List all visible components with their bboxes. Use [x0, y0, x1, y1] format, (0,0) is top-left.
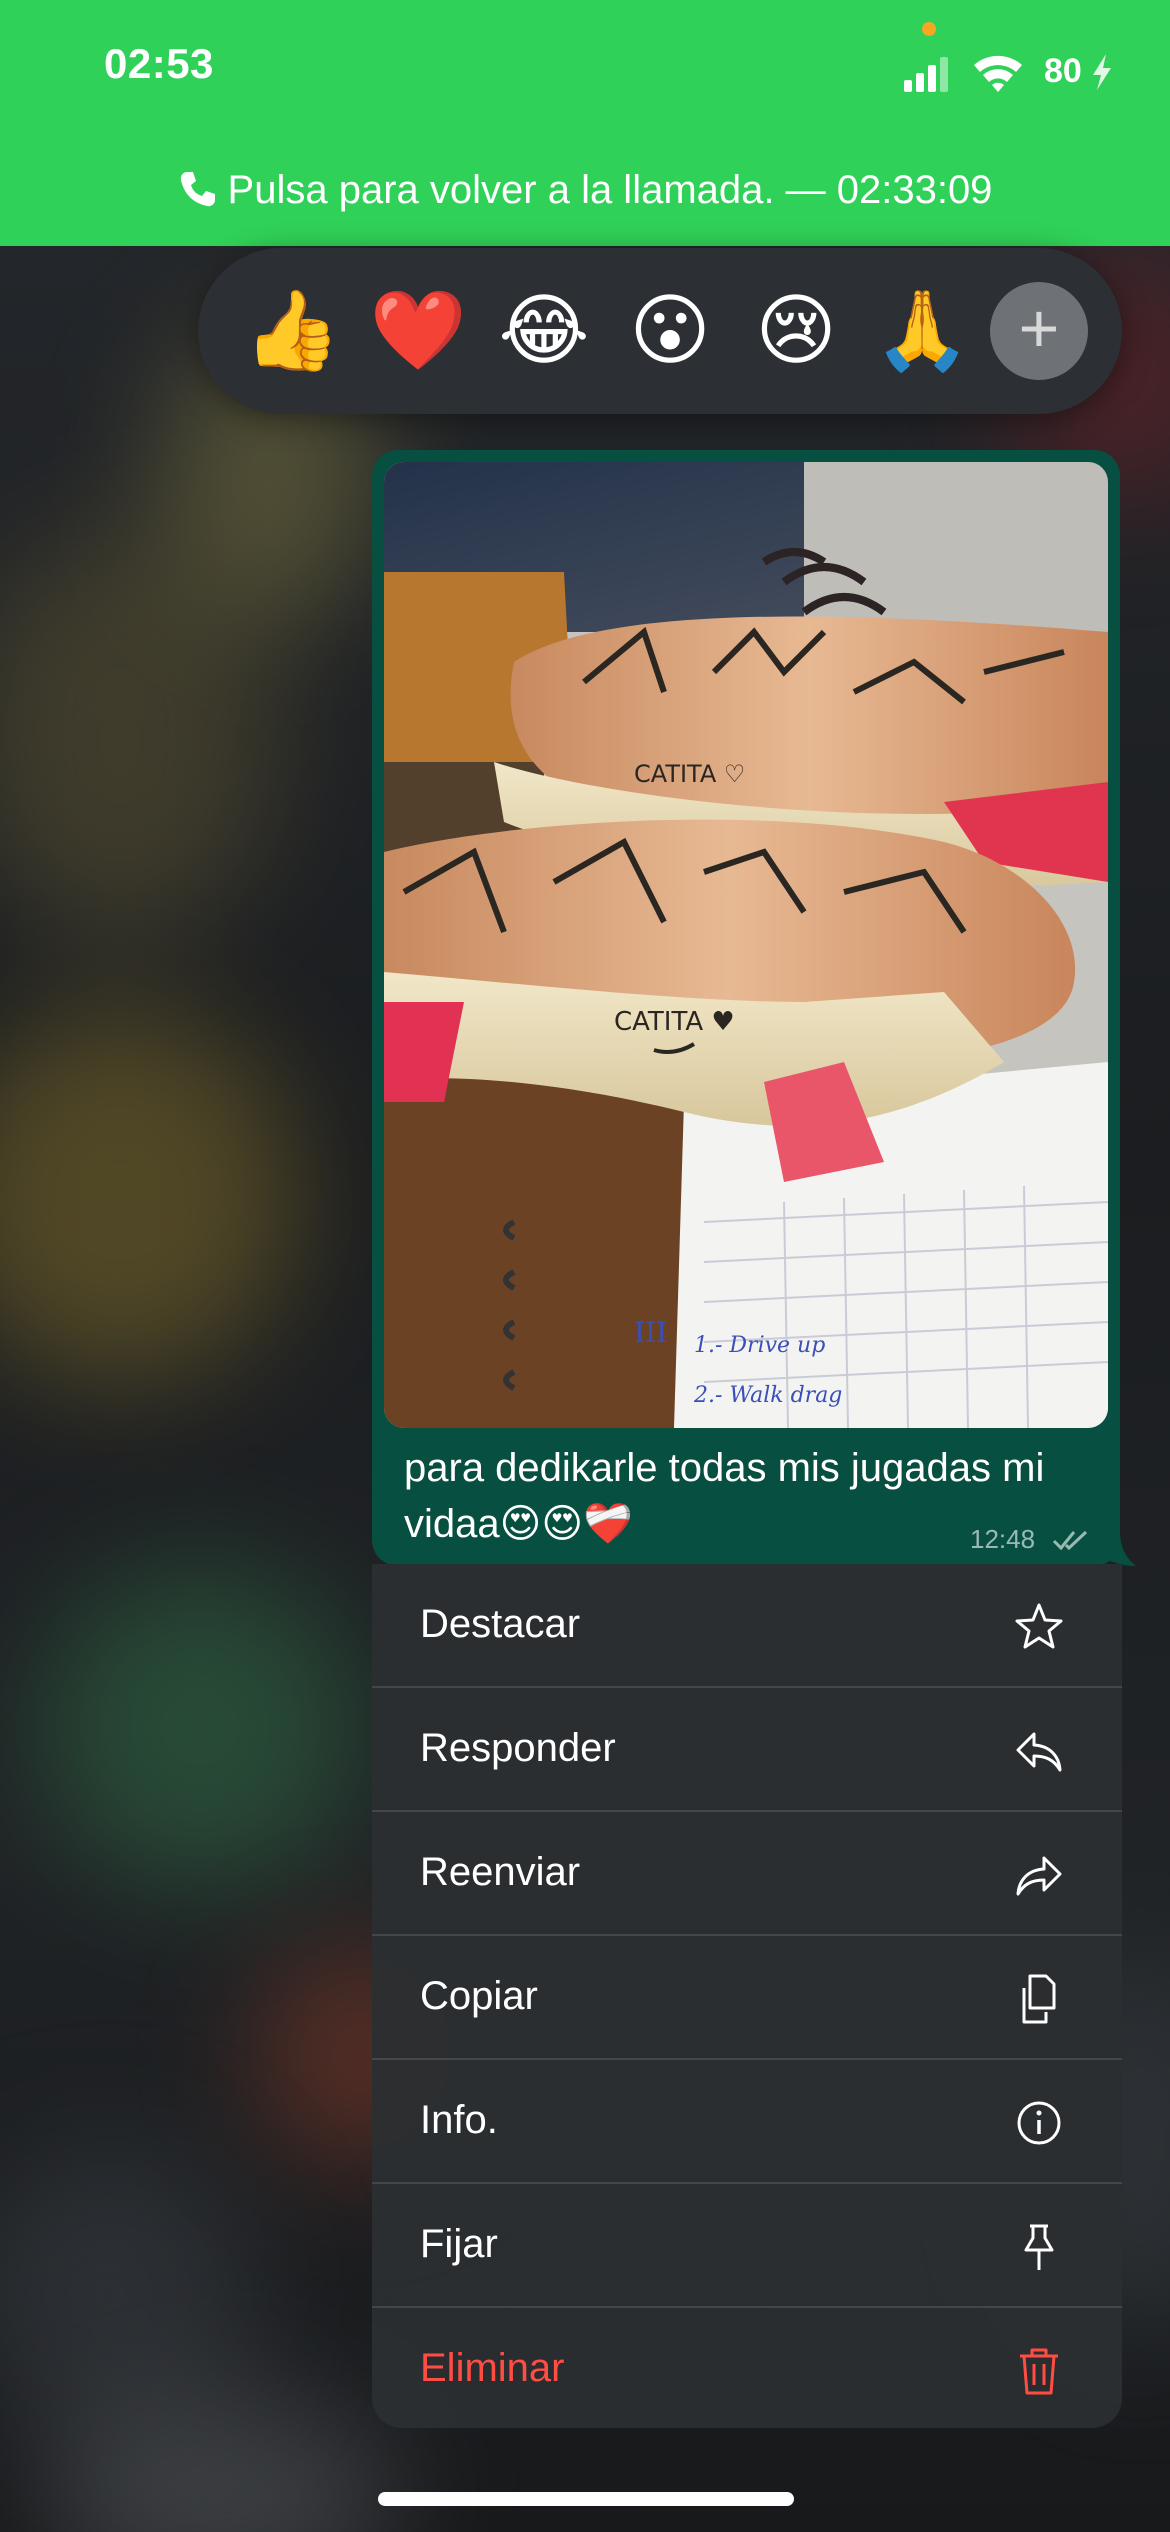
pin-icon — [1024, 2224, 1054, 2270]
copy-icon — [1022, 1974, 1056, 2024]
menu-item-label: Info. — [420, 2098, 498, 2142]
reaction-crying[interactable]: 😢 — [746, 280, 846, 380]
battery-level: 80 — [1044, 52, 1082, 90]
menu-item-label: Responder — [420, 1726, 616, 1770]
reaction-thumbs-up[interactable]: 👍 — [242, 280, 342, 380]
info-icon — [1017, 2101, 1061, 2145]
message-bubble[interactable]: III 1.- Drive up 2.- Walk drag CATITA ♡ — [372, 450, 1120, 1566]
wifi-icon — [974, 55, 1022, 92]
microphone-in-use-indicator — [922, 22, 936, 36]
svg-text:2.- Walk drag: 2.- Walk drag — [693, 1383, 842, 1408]
reaction-heart[interactable]: ❤️ — [368, 280, 468, 380]
menu-item-fijar[interactable]: Fijar — [372, 2184, 1122, 2308]
forward-icon — [1016, 1856, 1062, 1896]
call-banner-text: Pulsa para volver a la llamada. — 02:33:… — [227, 168, 993, 212]
menu-item-label: Reenviar — [420, 1850, 581, 1894]
reaction-surprised[interactable]: 😮 — [620, 280, 720, 380]
double-check-icon — [1052, 1530, 1088, 1551]
menu-item-label: Destacar — [420, 1602, 581, 1646]
menu-item-info[interactable]: Info. — [372, 2060, 1122, 2184]
reactions-bar: 👍 ❤️ 😂 😮 😢 🙏 + — [198, 248, 1122, 414]
menu-item-copiar[interactable]: Copiar — [372, 1936, 1122, 2060]
svg-text:III: III — [634, 1316, 667, 1349]
clock: 02:53 — [104, 40, 214, 87]
trash-icon — [1020, 2348, 1058, 2395]
phone-icon — [180, 172, 215, 207]
reply-icon — [1016, 1732, 1062, 1772]
message-time: 12:48 — [970, 1524, 1036, 1554]
plus-icon: + — [1018, 289, 1060, 367]
star-icon — [1015, 1603, 1063, 1649]
menu-item-label: Copiar — [420, 1974, 538, 2018]
menu-item-reenviar[interactable]: Reenviar — [372, 1812, 1122, 1936]
menu-item-label: Eliminar — [420, 2346, 565, 2390]
call-status-bar[interactable]: 02:53 80 Pulsa para volver a la llamada.… — [0, 0, 1170, 246]
reaction-pray[interactable]: 🙏 — [872, 280, 972, 380]
home-indicator[interactable] — [378, 2492, 794, 2506]
football-boots-photo: III 1.- Drive up 2.- Walk drag CATITA ♡ — [384, 462, 1108, 1428]
reaction-laughing[interactable]: 😂 — [494, 280, 594, 380]
return-to-call-banner[interactable]: Pulsa para volver a la llamada. — 02:33:… — [0, 168, 1170, 213]
svg-text:CATITA ♥: CATITA ♥ — [614, 1007, 735, 1037]
menu-item-eliminar[interactable]: Eliminar — [372, 2308, 1122, 2428]
menu-item-label: Fijar — [420, 2222, 498, 2266]
menu-item-responder[interactable]: Responder — [372, 1688, 1122, 1812]
bubble-tail — [1096, 1530, 1136, 1566]
menu-item-destacar[interactable]: Destacar — [372, 1564, 1122, 1688]
svg-text:1.- Drive up: 1.- Drive up — [694, 1333, 825, 1358]
charging-bolt-icon — [1093, 54, 1111, 90]
message-photo[interactable]: III 1.- Drive up 2.- Walk drag CATITA ♡ — [384, 462, 1108, 1428]
more-reactions-button[interactable]: + — [990, 282, 1088, 380]
cellular-signal-icon — [904, 57, 948, 92]
svg-text:CATITA ♡: CATITA ♡ — [634, 760, 745, 788]
message-context-menu: Destacar Responder Reenviar Copiar Info.… — [372, 1564, 1122, 2428]
